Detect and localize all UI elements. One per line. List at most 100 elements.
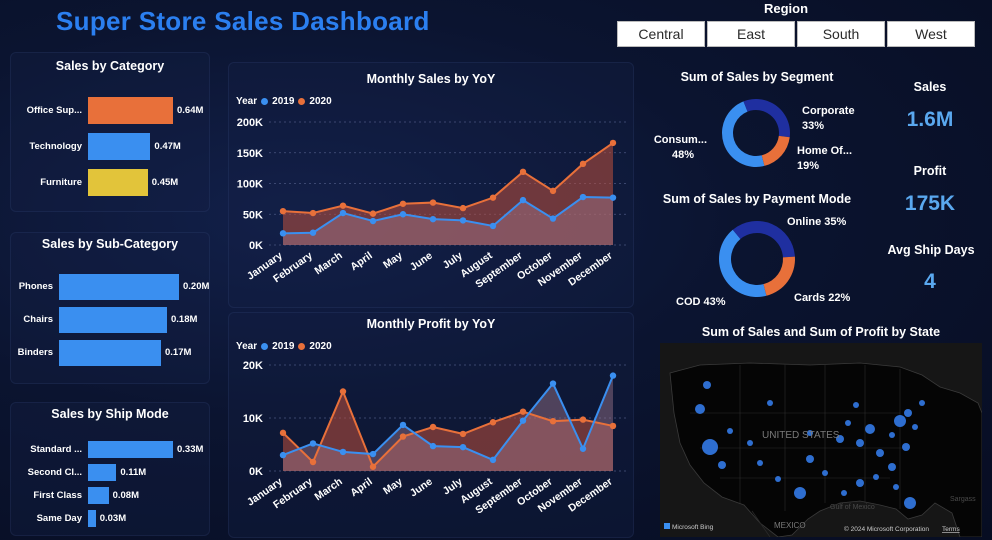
- donut-label: Home Of...: [797, 145, 852, 157]
- point-2020: [369, 210, 377, 217]
- point-2019: [369, 217, 377, 225]
- bar[interactable]: [59, 307, 167, 333]
- segment-donut: Consum... 48% Corporate 33% Home Of... 19%: [654, 99, 855, 172]
- map-mexico-label: MEXICO: [774, 521, 806, 530]
- shipmode-panel: Sales by Ship Mode Standard ... 0.33M Seco…: [10, 402, 210, 536]
- sales-kpi-value: 1.6M: [906, 108, 954, 131]
- point-2019: [369, 450, 377, 458]
- donut-value-label: 19%: [797, 160, 819, 172]
- bar[interactable]: [88, 464, 117, 481]
- region-button-west[interactable]: West: [887, 21, 975, 47]
- point-2020: [399, 433, 407, 440]
- bar-label: Office Sup...: [26, 104, 82, 116]
- donut-slice: [732, 221, 795, 258]
- donut-slice: [722, 101, 765, 167]
- donut-label: COD 43%: [676, 296, 726, 308]
- us-map-shape: UNITED STATES MEXICO Gulf of Mexico Sarg…: [660, 343, 982, 537]
- bar[interactable]: [88, 133, 151, 160]
- map-terms-link: Terms: [942, 526, 960, 533]
- map-bing-label: Microsoft Bing: [672, 524, 714, 531]
- point-2019: [579, 193, 587, 201]
- x-tick-label: April: [348, 476, 375, 500]
- bar-value-label: 0.33M: [177, 443, 204, 455]
- bar-label: Technology: [29, 140, 82, 152]
- point-2020: [339, 388, 347, 395]
- bar-label: Binders: [17, 347, 53, 358]
- point-2020: [519, 408, 527, 415]
- shipmode-title: Sales by Ship Mode: [51, 407, 169, 421]
- bar-value-label: 0.11M: [120, 466, 147, 478]
- bar-label: Same Day: [36, 512, 82, 524]
- point-2019: [429, 442, 437, 450]
- map-copyright: © 2024 Microsoft Corporation: [844, 525, 929, 533]
- point-2020: [579, 416, 587, 423]
- bar[interactable]: [88, 487, 109, 504]
- ship-kpi-label: Avg Ship Days: [887, 243, 975, 257]
- region-button-central[interactable]: Central: [617, 21, 705, 47]
- segment-panel: Sum of Sales by Segment Consum... 48% Corp…: [642, 66, 872, 191]
- bar-label: First Class: [33, 489, 82, 501]
- region-button-south[interactable]: South: [797, 21, 885, 47]
- point-2020: [549, 187, 557, 195]
- point-2019: [279, 230, 287, 237]
- point-2020: [519, 168, 527, 176]
- bing-logo-icon: [664, 523, 670, 529]
- subcategory-title: Sales by Sub-Category: [41, 237, 179, 251]
- donut-slice: [761, 135, 790, 166]
- y-tick-label: 0K: [249, 240, 263, 252]
- y-tick-label: 20K: [243, 360, 263, 372]
- bar[interactable]: [88, 441, 173, 458]
- donut-label: Cards 22%: [794, 292, 850, 304]
- ship-kpi-value: 4: [924, 270, 936, 293]
- donut-value-label: 48%: [672, 149, 694, 161]
- category-panel: Sales by Category Office Sup... 0.64M Tech…: [10, 52, 210, 212]
- map-sargasso-label: Sargass: [950, 496, 976, 503]
- x-tick-label: May: [381, 476, 405, 498]
- point-2020: [369, 463, 377, 470]
- bar[interactable]: [88, 169, 148, 196]
- point-2020: [459, 430, 467, 438]
- point-2019: [309, 440, 317, 447]
- point-2019: [609, 372, 617, 379]
- bar-value-label: 0.18M: [171, 314, 198, 325]
- bar-value-label: 0.20M: [183, 281, 210, 292]
- point-2020: [309, 209, 317, 217]
- donut-slice: [763, 256, 795, 296]
- bar[interactable]: [88, 97, 173, 124]
- point-2019: [519, 417, 527, 424]
- point-2019: [549, 380, 557, 387]
- bar-value-label: 0.45M: [151, 176, 179, 188]
- map-country-label: UNITED STATES: [762, 430, 840, 441]
- x-tick-label: May: [381, 250, 405, 272]
- x-tick-label: April: [348, 250, 375, 274]
- point-2020: [399, 200, 407, 207]
- x-tick-label: March: [312, 250, 344, 278]
- point-2019: [279, 451, 287, 459]
- point-2020: [609, 422, 617, 430]
- region-button-east[interactable]: East: [707, 21, 795, 47]
- bar[interactable]: [59, 340, 161, 366]
- point-2019: [609, 194, 617, 201]
- subcategory-panel: Sales by Sub-Category Phones 0.20M Chairs 0…: [10, 232, 210, 384]
- point-2019: [339, 209, 347, 217]
- x-tick-label: March: [312, 476, 344, 504]
- donut-label: Corporate: [802, 105, 855, 117]
- bar-label: Standard ...: [30, 443, 82, 455]
- point-2020: [489, 419, 497, 426]
- point-2020: [579, 160, 587, 168]
- point-2020: [459, 204, 467, 212]
- state-map[interactable]: UNITED STATES MEXICO Gulf of Mexico Sarg…: [660, 343, 982, 537]
- bar-label: Second Cl...: [27, 466, 82, 478]
- point-2020: [339, 202, 347, 209]
- bar-value-label: 0.64M: [177, 104, 204, 116]
- bar-label: Chairs: [23, 314, 53, 325]
- donut-label: Online 35%: [787, 216, 847, 228]
- point-2020: [549, 417, 557, 425]
- y-tick-label: 10K: [243, 413, 263, 425]
- point-2020: [279, 207, 287, 215]
- point-2019: [399, 211, 407, 218]
- point-2019: [579, 445, 587, 452]
- bar[interactable]: [88, 510, 96, 527]
- bar[interactable]: [59, 274, 179, 300]
- point-2019: [489, 222, 497, 230]
